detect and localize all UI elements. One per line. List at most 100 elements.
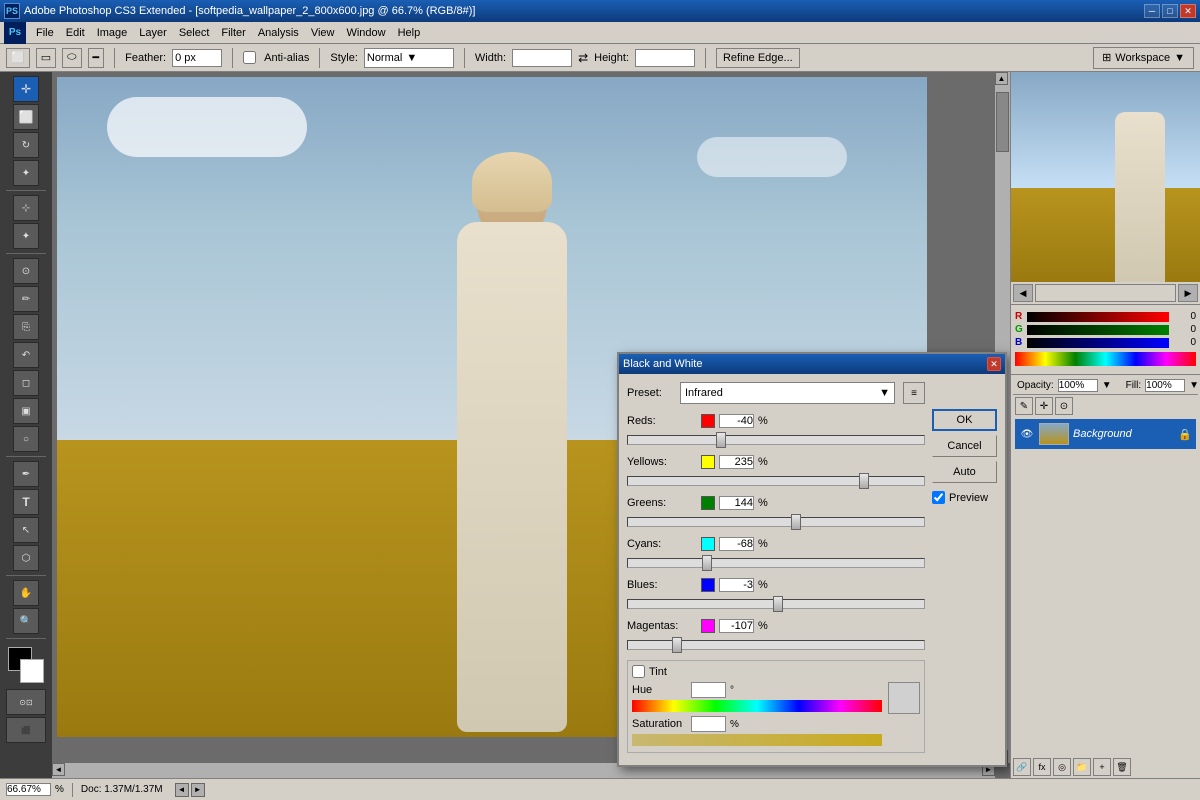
- dodge-tool[interactable]: ○: [13, 426, 39, 452]
- pen-tool[interactable]: ✒: [13, 461, 39, 487]
- screen-mode-btn[interactable]: ⬛: [6, 717, 46, 743]
- maximize-button[interactable]: □: [1162, 4, 1178, 18]
- yellows-value-input[interactable]: [719, 455, 754, 469]
- delete-layer-btn[interactable]: 🗑: [1113, 758, 1131, 776]
- yellows-slider-thumb[interactable]: [859, 473, 869, 489]
- height-input[interactable]: [635, 49, 695, 67]
- magic-wand-tool[interactable]: ✦: [13, 160, 39, 186]
- workspace-button[interactable]: ⊞ Workspace ▼: [1093, 47, 1194, 69]
- width-input[interactable]: [512, 49, 572, 67]
- row-marquee-btn[interactable]: ━: [88, 48, 105, 68]
- cloud-1: [107, 97, 307, 157]
- close-button[interactable]: ✕: [1180, 4, 1196, 18]
- blues-percent: %: [758, 579, 768, 591]
- preview-checkbox[interactable]: [932, 491, 945, 504]
- fx-btn[interactable]: fx: [1033, 758, 1051, 776]
- lasso-tool[interactable]: ↻: [13, 132, 39, 158]
- style-dropdown[interactable]: Normal ▼: [364, 48, 454, 68]
- r-value: 0: [1171, 311, 1196, 322]
- text-tool[interactable]: T: [13, 489, 39, 515]
- background-layer[interactable]: 👁 Background 🔒: [1015, 419, 1196, 449]
- scroll-left-btn[interactable]: ◄: [52, 763, 65, 776]
- menu-filter[interactable]: Filter: [215, 25, 251, 41]
- saturation-row: Saturation %: [632, 716, 882, 732]
- menu-image[interactable]: Image: [91, 25, 134, 41]
- menu-edit[interactable]: Edit: [60, 25, 91, 41]
- scroll-left-status[interactable]: ◄: [175, 783, 189, 797]
- bw-cancel-button[interactable]: Cancel: [932, 435, 997, 457]
- layers-tool-2[interactable]: ✛: [1035, 397, 1053, 415]
- hue-input[interactable]: [691, 682, 726, 698]
- greens-slider-thumb[interactable]: [791, 514, 801, 530]
- zoom-input[interactable]: [6, 783, 51, 796]
- blues-value-input[interactable]: [719, 578, 754, 592]
- marquee-tool-btn[interactable]: ⬜: [6, 48, 30, 68]
- minimize-button[interactable]: ─: [1144, 4, 1160, 18]
- right-panel: ◀ ▶ R ▲ 0 G 0: [1010, 72, 1200, 778]
- bw-ok-button[interactable]: OK: [932, 409, 997, 431]
- menu-select[interactable]: Select: [173, 25, 216, 41]
- antialias-checkbox[interactable]: [243, 51, 256, 64]
- feather-input[interactable]: [172, 49, 222, 67]
- history-tool[interactable]: ↶: [13, 342, 39, 368]
- canvas-area[interactable]: ▲ ▼ ◄ ► Black and White ✕ OK Cancel Auto: [52, 72, 1010, 778]
- scroll-up-btn[interactable]: ▲: [995, 72, 1008, 85]
- panel-btn-2[interactable]: ▶: [1178, 284, 1198, 302]
- gradient-tool[interactable]: ▣: [13, 398, 39, 424]
- ellipse-marquee-btn[interactable]: ⬭: [62, 48, 81, 68]
- panel-btn-1[interactable]: ◀: [1013, 284, 1033, 302]
- bw-dialog-close-button[interactable]: ✕: [987, 357, 1001, 371]
- menu-window[interactable]: Window: [340, 25, 391, 41]
- layers-tool-3[interactable]: ⊙: [1055, 397, 1073, 415]
- menu-analysis[interactable]: Analysis: [252, 25, 305, 41]
- saturation-gradient-bar: [632, 734, 882, 746]
- reds-slider-thumb[interactable]: [716, 432, 726, 448]
- panel-slider[interactable]: [1035, 284, 1176, 302]
- menu-view[interactable]: View: [305, 25, 341, 41]
- move-tool[interactable]: ✛: [13, 76, 39, 102]
- menu-help[interactable]: Help: [392, 25, 427, 41]
- menu-file[interactable]: File: [30, 25, 60, 41]
- yellows-row: Yellows: %: [627, 453, 925, 471]
- rounded-marquee-btn[interactable]: ▭: [36, 48, 56, 68]
- zoom-tool[interactable]: 🔍: [13, 608, 39, 634]
- fill-input[interactable]: [1145, 379, 1185, 392]
- quick-mask-btn[interactable]: ⊙⊡: [6, 689, 46, 715]
- preset-options-icon[interactable]: ≡: [903, 382, 925, 404]
- new-group-btn[interactable]: 📁: [1073, 758, 1091, 776]
- crop-tool[interactable]: ⊹: [13, 195, 39, 221]
- cyans-value-input[interactable]: [719, 537, 754, 551]
- marquee-tool[interactable]: ⬜: [13, 104, 39, 130]
- preset-dropdown[interactable]: Infrared ▼: [680, 382, 895, 404]
- swap-icon: ⇄: [578, 51, 588, 65]
- blues-slider-thumb[interactable]: [773, 596, 783, 612]
- status-separator-1: [72, 783, 73, 797]
- hand-tool[interactable]: ✋: [13, 580, 39, 606]
- magentas-value-input[interactable]: [719, 619, 754, 633]
- path-select-tool[interactable]: ↖: [13, 517, 39, 543]
- bw-auto-button[interactable]: Auto: [932, 461, 997, 483]
- greens-value-input[interactable]: [719, 496, 754, 510]
- saturation-input[interactable]: [691, 716, 726, 732]
- scroll-thumb-v[interactable]: [996, 92, 1009, 152]
- new-fill-btn[interactable]: ◎: [1053, 758, 1071, 776]
- magentas-slider-thumb[interactable]: [672, 637, 682, 653]
- shape-tool[interactable]: ⬡: [13, 545, 39, 571]
- background-color[interactable]: [20, 659, 44, 683]
- stamp-tool[interactable]: ⎘: [13, 314, 39, 340]
- new-layer-btn[interactable]: +: [1093, 758, 1111, 776]
- menu-layer[interactable]: Layer: [133, 25, 173, 41]
- link-layers-btn[interactable]: 🔗: [1013, 758, 1031, 776]
- scroll-right-status[interactable]: ►: [191, 783, 205, 797]
- opacity-input[interactable]: [1058, 379, 1098, 392]
- heal-tool[interactable]: ⊙: [13, 258, 39, 284]
- refine-edge-button[interactable]: Refine Edge...: [716, 48, 800, 68]
- cyans-slider-thumb[interactable]: [702, 555, 712, 571]
- eyedropper-tool[interactable]: ✦: [13, 223, 39, 249]
- brush-tool[interactable]: ✏: [13, 286, 39, 312]
- reds-value-input[interactable]: [719, 414, 754, 428]
- layer-visibility-icon[interactable]: 👁: [1019, 426, 1035, 442]
- tint-checkbox[interactable]: [632, 665, 645, 678]
- eraser-tool[interactable]: ◻: [13, 370, 39, 396]
- layers-tool-1[interactable]: ✎: [1015, 397, 1033, 415]
